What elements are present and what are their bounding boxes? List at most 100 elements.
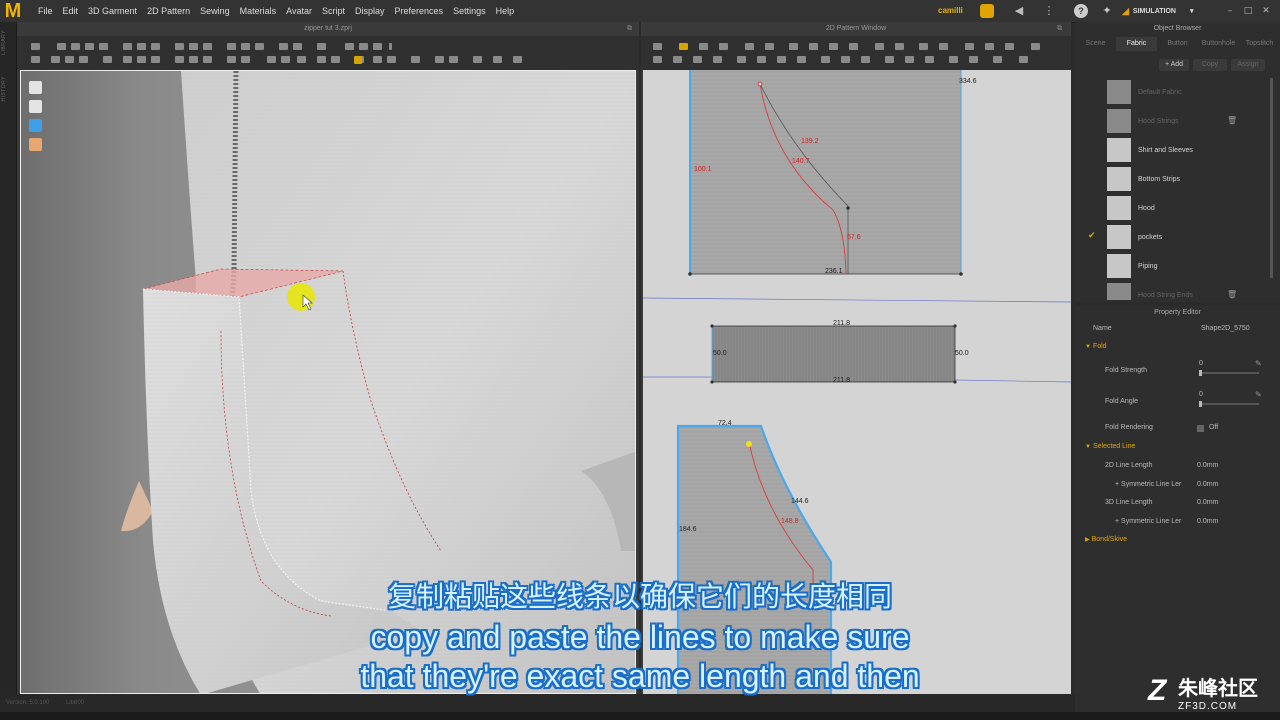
- bond-section-header[interactable]: ▶ Bond/Skive: [1075, 533, 1280, 547]
- tab-buttonhole[interactable]: Buttonhole: [1198, 37, 1239, 51]
- trash-icon[interactable]: 🗑: [1227, 290, 1237, 299]
- close-icon[interactable]: ✕: [1260, 4, 1272, 18]
- fabric-list-scrollbar[interactable]: [1270, 78, 1273, 278]
- watermark-url: ZF3D.COM: [1178, 701, 1238, 712]
- sym-line2-value[interactable]: 0.0mm: [1197, 515, 1218, 529]
- popout-icon[interactable]: ⧉: [1057, 24, 1062, 33]
- fabric-name: Hood Strings: [1138, 118, 1179, 125]
- edit-icon[interactable]: ✎: [1255, 357, 1262, 371]
- history-tab[interactable]: HISTORY: [1, 76, 7, 102]
- tab-fabric[interactable]: Fabric: [1116, 37, 1157, 51]
- menu-2d-pattern[interactable]: 2D Pattern: [142, 0, 195, 22]
- fabric-item[interactable]: Hood: [1075, 194, 1265, 223]
- tab-topstitch[interactable]: Topstitch: [1239, 37, 1280, 51]
- library-tab[interactable]: LIBRARY: [1, 30, 7, 55]
- dim-strip-top: 211.8: [833, 320, 850, 327]
- fabric-item[interactable]: Default Fabric: [1075, 78, 1265, 107]
- copy-fabric-button[interactable]: Copy: [1193, 59, 1227, 71]
- fabric-item[interactable]: Hood Strings 🗑: [1075, 107, 1265, 136]
- object-browser: Object Browser Scene Fabric Button Butto…: [1075, 22, 1280, 302]
- edit-icon[interactable]: ✎: [1255, 388, 1262, 402]
- menu-script[interactable]: Script: [317, 0, 350, 22]
- simulation-icon: ◢: [1122, 5, 1129, 16]
- minimize-icon[interactable]: –: [1224, 4, 1236, 18]
- selected-line-section-header[interactable]: ▼ Selected Line: [1075, 440, 1280, 454]
- menu-display[interactable]: Display: [350, 0, 390, 22]
- object-browser-title: Object Browser: [1153, 25, 1202, 32]
- menu-materials[interactable]: Materials: [235, 0, 282, 22]
- menu-3d-garment[interactable]: 3D Garment: [83, 0, 142, 22]
- app-logo: M: [4, 0, 22, 22]
- garment-display-icon[interactable]: [29, 119, 42, 132]
- fabric-item[interactable]: Bottom Strips: [1075, 165, 1265, 194]
- fold-section-header[interactable]: ▼ Fold: [1075, 340, 1280, 354]
- tab-scene[interactable]: Scene: [1075, 37, 1116, 51]
- avatar-pose-icon[interactable]: [29, 100, 42, 113]
- fabric-item[interactable]: Hood String Ends 🗑: [1075, 281, 1265, 300]
- name-value[interactable]: Shape2D_5750: [1201, 322, 1250, 336]
- subtitle-chinese: 复制粘贴这些线条以确保它们的长度相同: [387, 580, 892, 613]
- 2d-toolbar-icons[interactable]: [649, 40, 1065, 66]
- menu-avatar[interactable]: Avatar: [281, 0, 317, 22]
- menu-settings[interactable]: Settings: [448, 0, 491, 22]
- tab-button[interactable]: Button: [1157, 37, 1198, 51]
- fold-angle-slider[interactable]: [1199, 401, 1259, 407]
- popout-icon[interactable]: ⧉: [627, 24, 632, 33]
- bond-section-label: Bond/Skive: [1091, 536, 1128, 543]
- menu-sewing[interactable]: Sewing: [195, 0, 235, 22]
- chevron-right-icon: ▶: [1085, 537, 1090, 543]
- fold-strength-value[interactable]: 0: [1199, 357, 1203, 371]
- bottom-edge: [0, 712, 1280, 720]
- dim-strip-bottom: 211.8: [833, 377, 850, 384]
- update-icon[interactable]: ✦: [1100, 4, 1114, 18]
- fabric-item[interactable]: ✔ pockets: [1075, 223, 1265, 252]
- fold-rendering-value: Off: [1209, 424, 1219, 431]
- dim-pocket-right: 144.6: [791, 498, 809, 505]
- maximize-icon[interactable]: □: [1242, 4, 1254, 18]
- speaker-icon[interactable]: ◀: [1012, 4, 1026, 18]
- fabric-swatch: [1107, 196, 1131, 220]
- fold-angle-value[interactable]: 0: [1199, 388, 1203, 402]
- user-name[interactable]: camilli: [938, 0, 963, 22]
- menu-edit[interactable]: Edit: [58, 0, 84, 22]
- fold-rendering-label: Fold Rendering: [1105, 424, 1153, 431]
- more-icon[interactable]: ⋮: [1042, 4, 1056, 18]
- fold-strength-slider[interactable]: [1199, 370, 1259, 376]
- line3d-value[interactable]: 0.0mm: [1197, 496, 1218, 510]
- menu-file[interactable]: File: [34, 0, 58, 22]
- slider-knob[interactable]: [1199, 370, 1202, 376]
- avatar-display-icon[interactable]: [29, 81, 42, 94]
- fabric-item[interactable]: Shirt and Sleeves: [1075, 136, 1265, 165]
- sym-line1-value[interactable]: 0.0mm: [1197, 478, 1218, 492]
- slider-knob[interactable]: [1199, 401, 1202, 407]
- fabric-name: Piping: [1138, 263, 1158, 270]
- dim-pocket-top: 72.4: [718, 420, 732, 427]
- fabric-swatch: [1107, 283, 1131, 300]
- sym-line1-label[interactable]: + Symmetric Line Ler: [1115, 478, 1181, 492]
- trash-icon[interactable]: 🗑: [1227, 116, 1237, 125]
- line2d-row: 2D Line Length 0.0mm: [1075, 459, 1280, 473]
- chevron-down-icon: ▼: [1085, 444, 1091, 450]
- fold-rendering-checkbox[interactable]: [1197, 425, 1204, 432]
- cloud-icon[interactable]: [980, 4, 994, 18]
- name-label: Name: [1093, 325, 1112, 332]
- sym-line2-label[interactable]: + Symmetric Line Ler: [1115, 515, 1181, 529]
- add-fabric-button[interactable]: + Add: [1159, 59, 1189, 71]
- menu-preferences[interactable]: Preferences: [390, 0, 449, 22]
- help-icon[interactable]: ?: [1074, 4, 1088, 18]
- assign-fabric-button[interactable]: Assign: [1231, 59, 1265, 71]
- line3d-row: 3D Line Length 0.0mm: [1075, 496, 1280, 510]
- fabric-swatch: [1107, 138, 1131, 162]
- name-row: Name Shape2D_5750: [1075, 322, 1280, 336]
- dim-top-right: 334.6: [959, 78, 977, 85]
- menu-help[interactable]: Help: [491, 0, 520, 22]
- fabric-item[interactable]: Piping: [1075, 252, 1265, 281]
- mode-selector[interactable]: ◢ SIMULATION ▾: [1122, 4, 1193, 18]
- fold-angle-row: Fold Angle 0 ✎: [1075, 390, 1280, 409]
- skin-display-icon[interactable]: [29, 138, 42, 151]
- line3d-label: 3D Line Length: [1105, 499, 1153, 506]
- line2d-value[interactable]: 0.0mm: [1197, 459, 1218, 473]
- dim-strip-right: 50.0: [955, 350, 969, 357]
- 3d-toolbar-icons[interactable]: [27, 40, 627, 66]
- fabric-swatch: [1107, 225, 1131, 249]
